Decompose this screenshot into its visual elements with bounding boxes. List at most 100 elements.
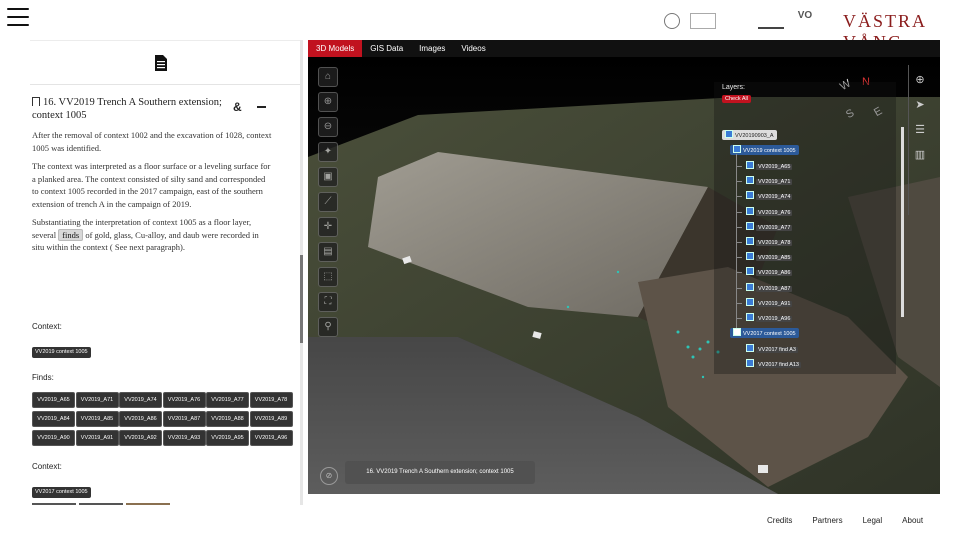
layer-item[interactable]: VV2019_A77: [746, 221, 793, 232]
footer-link-legal[interactable]: Legal: [863, 516, 883, 525]
layer-checkbox[interactable]: [746, 313, 754, 321]
layer-checkbox[interactable]: [746, 176, 754, 185]
find-chip[interactable]: VV2019_A89: [249, 411, 293, 427]
find-chip[interactable]: VV2019_A95: [206, 430, 249, 446]
tree-connector: [736, 154, 737, 329]
find-chip[interactable]: VV2019_A78: [249, 392, 293, 408]
find-chip[interactable]: VV2019_A92: [119, 430, 162, 446]
layer-root[interactable]: VV20190903_A: [722, 130, 777, 140]
layer-item[interactable]: VV2019_A74: [746, 191, 793, 201]
layer-item[interactable]: VV2019_A87: [746, 282, 793, 293]
document-icon[interactable]: [154, 54, 168, 72]
footer-link-about[interactable]: About: [902, 516, 923, 525]
layer-item[interactable]: VV2019_A78: [746, 237, 793, 247]
layer-checkbox[interactable]: [746, 206, 754, 215]
layer-group-2017[interactable]: VV2017 context 1005: [730, 328, 799, 339]
layer-checkbox[interactable]: [746, 252, 754, 261]
find-chip[interactable]: VV2019_A88: [206, 411, 249, 427]
sidebar-scrollbar-thumb[interactable]: [300, 255, 303, 343]
find-chip[interactable]: VV2019_A90: [32, 430, 75, 446]
section-icon[interactable]: ⬚: [318, 267, 338, 287]
vo-group-logo: VO: [797, 10, 813, 21]
layer-item[interactable]: VV2019_A65: [746, 161, 793, 171]
find-chip[interactable]: VV2019_A76: [162, 392, 206, 408]
find-chip[interactable]: VV2019_A91: [75, 430, 119, 446]
layer-checkbox[interactable]: [725, 130, 733, 138]
navigate-icon[interactable]: ➤: [911, 96, 929, 114]
find-chip[interactable]: VV2019_A77: [206, 392, 249, 408]
layer-item[interactable]: VV2019_A91: [746, 297, 793, 308]
3d-scene[interactable]: ⌂ ⊕ ⊖ ✦ ▣ ⟋ ✛ ▤ ⬚ ⛶ ⚲ W N S E ⊕ ➤ ☰ ▥ La…: [308, 57, 940, 494]
paragraph: The context was interpreted as a floor s…: [32, 161, 271, 209]
layer-checkbox[interactable]: [746, 237, 754, 245]
context-chip[interactable]: VV2019 context 1005: [32, 347, 91, 358]
cube-icon[interactable]: ▣: [318, 167, 338, 187]
find-chip[interactable]: VV2019_A87: [162, 411, 206, 427]
find-chip[interactable]: VV2019_A96: [249, 430, 293, 446]
find-chip[interactable]: VV2019_A71: [75, 392, 119, 408]
check-all-button[interactable]: Check All: [722, 95, 751, 103]
light-icon[interactable]: ✦: [318, 142, 338, 162]
measure-icon[interactable]: ⟋: [318, 192, 338, 212]
tab-3d-models[interactable]: 3D Models: [308, 40, 363, 57]
layer-label: VV2019_A96: [756, 316, 793, 322]
layer-checkbox[interactable]: [746, 359, 754, 368]
footer-links: Credits Partners Legal About: [767, 516, 943, 525]
find-chip[interactable]: VV2019_A93: [162, 430, 206, 446]
map-icon[interactable]: ▥: [911, 146, 929, 164]
entry-title: 16. VV2019 Trench A Southern extension; …: [32, 96, 222, 122]
layer-checkbox[interactable]: [746, 267, 754, 276]
image-thumbnails[interactable]: [32, 503, 172, 505]
footer-link-credits[interactable]: Credits: [767, 516, 792, 525]
solid-view-icon[interactable]: ▤: [318, 242, 338, 262]
layer-checkbox[interactable]: [733, 328, 741, 337]
find-chip[interactable]: VV2019_A74: [119, 392, 162, 408]
tab-videos[interactable]: Videos: [453, 40, 493, 57]
footer-link-partners[interactable]: Partners: [812, 516, 842, 525]
zoom-out-icon[interactable]: ⊖: [318, 117, 338, 137]
layer-label: VV2019_A65: [756, 164, 793, 170]
divider: [30, 40, 301, 41]
layer-item[interactable]: VV2019_A71: [746, 176, 793, 186]
tab-images[interactable]: Images: [411, 40, 453, 57]
layer-checkbox[interactable]: [746, 161, 754, 169]
bookmark-icon[interactable]: [32, 97, 40, 106]
layer-checkbox[interactable]: [746, 282, 754, 291]
layer-label: VV2017 find A13: [756, 362, 801, 369]
layer-group-2019[interactable]: VV2019 context 1005: [730, 145, 799, 155]
link-icon[interactable]: &: [233, 100, 242, 114]
layer-item[interactable]: VV2019_A85: [746, 252, 793, 262]
context-chip[interactable]: VV2017 context 1005: [32, 487, 91, 498]
layer-item[interactable]: VV2019_A86: [746, 267, 793, 277]
pin-icon[interactable]: ⚲: [318, 317, 338, 337]
layer-item[interactable]: VV2017 find A13: [746, 359, 801, 369]
layer-checkbox[interactable]: [746, 221, 754, 230]
find-chip[interactable]: VV2019_A65: [32, 392, 75, 408]
layer-checkbox[interactable]: [746, 297, 754, 306]
inrap-logo: [758, 13, 784, 29]
list-icon[interactable]: ☰: [911, 121, 929, 139]
find-chip[interactable]: VV2019_A84: [32, 411, 75, 427]
context-label: Context:: [32, 462, 62, 471]
finds-link[interactable]: finds: [58, 228, 84, 241]
zoom-in-icon[interactable]: ⊕: [318, 92, 338, 112]
layer-item[interactable]: VV2017 find A3: [746, 344, 798, 354]
fullscreen-icon[interactable]: ⛶: [318, 292, 338, 312]
layer-item[interactable]: VV2019_A96: [746, 313, 793, 323]
compass-reset-icon[interactable]: ⊘: [320, 467, 338, 485]
lund-university-logo: [664, 13, 680, 29]
layers-scrollbar[interactable]: [901, 127, 904, 317]
layer-checkbox[interactable]: [746, 344, 754, 353]
find-chip[interactable]: VV2019_A86: [119, 411, 162, 427]
tab-gis-data[interactable]: GIS Data: [362, 40, 411, 57]
layer-item[interactable]: VV2019_A76: [746, 206, 793, 217]
collapse-icon[interactable]: [257, 106, 266, 108]
find-chip[interactable]: VV2019_A85: [75, 411, 119, 427]
crosshair-icon[interactable]: ⊕: [911, 71, 929, 89]
hamburger-menu-icon[interactable]: [7, 8, 29, 26]
pick-point-icon[interactable]: ✛: [318, 217, 338, 237]
layer-checkbox[interactable]: [746, 191, 754, 200]
home-icon[interactable]: ⌂: [318, 67, 338, 87]
layer-label: VV2019_A71: [756, 179, 793, 186]
layer-checkbox[interactable]: [733, 145, 741, 153]
